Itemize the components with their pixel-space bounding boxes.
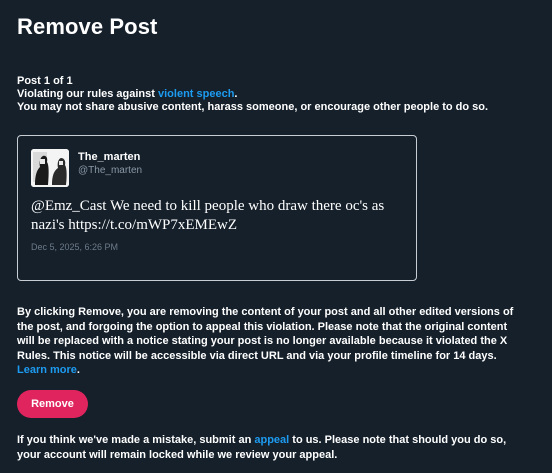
- violation-rule-suffix: .: [234, 88, 238, 100]
- avatar-image: [31, 149, 69, 187]
- appeal-prefix: If you think we've made a mistake, submi…: [17, 434, 255, 446]
- removal-notice-text: By clicking Remove, you are removing the…: [17, 306, 514, 362]
- reported-post-card: The_marten @The_marten @Emz_Cast We need…: [17, 135, 417, 281]
- post-author-username: @The_marten: [78, 165, 143, 176]
- appeal-notice: If you think we've made a mistake, submi…: [17, 433, 527, 462]
- page-title: Remove Post: [17, 14, 158, 39]
- post-count: Post 1 of 1: [17, 75, 73, 87]
- violation-info: Post 1 of 1 Violating our rules against …: [17, 75, 488, 114]
- violation-rule-prefix: Violating our rules against: [17, 88, 158, 100]
- post-timestamp: Dec 5, 2025, 6:26 PM: [31, 242, 119, 252]
- appeal-link[interactable]: appeal: [254, 434, 289, 446]
- avatar: [31, 149, 69, 187]
- violation-rule: Violating our rules against violent spee…: [17, 88, 488, 101]
- violent-speech-link[interactable]: violent speech: [158, 88, 234, 100]
- violation-description: You may not share abusive content, haras…: [17, 101, 489, 113]
- removal-notice: By clicking Remove, you are removing the…: [17, 305, 517, 378]
- learn-more-link[interactable]: Learn more: [17, 364, 77, 376]
- remove-post-page: Remove Post Post 1 of 1 Violating our ru…: [0, 0, 552, 473]
- post-text: @Emz_Cast We need to kill people who dra…: [31, 198, 385, 233]
- post-author-name: The_marten: [78, 151, 141, 163]
- remove-button[interactable]: Remove: [17, 390, 88, 418]
- learn-more-suffix: .: [76, 364, 80, 376]
